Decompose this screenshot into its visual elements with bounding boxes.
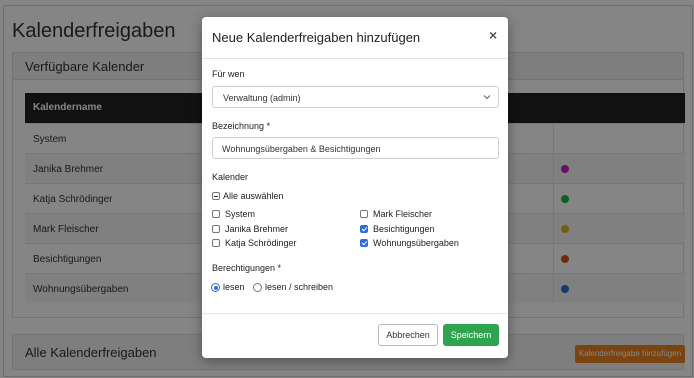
- save-button[interactable]: Speichern: [443, 324, 499, 346]
- radio-selected-icon: [211, 283, 220, 292]
- designation-label: Bezeichnung *: [212, 121, 271, 131]
- checkbox-label: Besichtigungen: [373, 224, 435, 234]
- checkbox-label: Katja Schrödinger: [225, 238, 297, 248]
- for-whom-value: Verwaltung (admin): [223, 93, 301, 103]
- checkbox-icon: [212, 225, 220, 233]
- checkbox-icon: [360, 210, 368, 218]
- indeterminate-checkbox-icon: [212, 192, 220, 200]
- chevron-down-icon: [483, 95, 491, 100]
- checked-checkbox-icon: [360, 225, 368, 233]
- checkbox-label: Mark Fleischer: [373, 209, 433, 219]
- for-whom-select[interactable]: Verwaltung (admin): [212, 86, 499, 108]
- cancel-button[interactable]: Abbrechen: [378, 324, 438, 346]
- radio-label: lesen: [223, 282, 245, 292]
- radio-label: lesen / schreiben: [265, 282, 334, 292]
- checkbox-label: System: [225, 209, 256, 219]
- calendar-label: Kalender: [212, 172, 249, 182]
- checkbox-icon: [212, 239, 220, 247]
- dialog-header: Neue Kalenderfreigaben hinzufügen ×: [202, 17, 508, 59]
- checkbox-label: Wohnungsübergaben: [373, 238, 459, 248]
- for-whom-label: Für wen: [212, 69, 245, 79]
- checkbox-label: Janika Brehmer: [225, 224, 289, 234]
- dialog-footer: Abbrechen Speichern: [202, 313, 508, 358]
- designation-input[interactable]: Wohnungsübergaben & Besichtigungen: [212, 137, 499, 159]
- checked-checkbox-icon: [360, 239, 368, 247]
- permissions-label: Berechtigungen *: [212, 263, 282, 273]
- radio-icon: [253, 283, 262, 292]
- checkbox-icon: [212, 210, 220, 218]
- add-share-dialog: Neue Kalenderfreigaben hinzufügen × Für …: [202, 17, 508, 358]
- designation-value: Wohnungsübergaben & Besichtigungen: [222, 144, 381, 154]
- close-icon[interactable]: ×: [489, 27, 497, 43]
- dialog-title: Neue Kalenderfreigaben hinzufügen: [212, 30, 421, 45]
- select-all-label: Alle auswählen: [223, 191, 284, 201]
